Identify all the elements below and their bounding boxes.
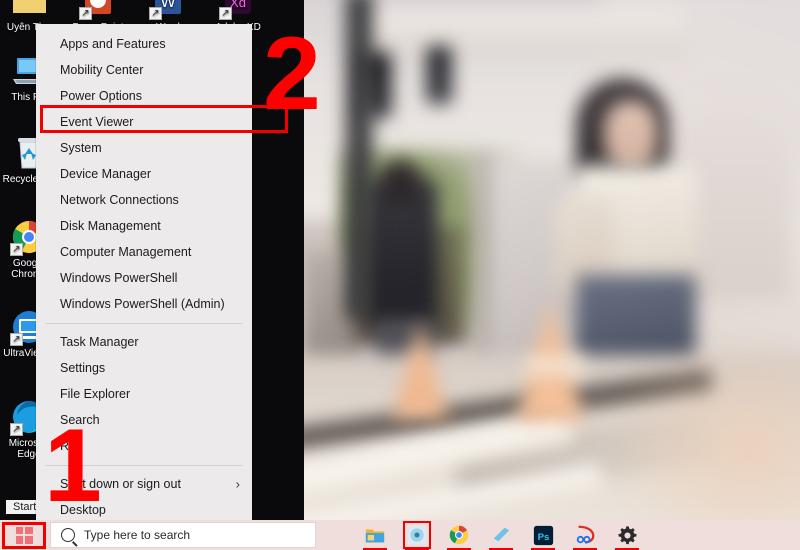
menu-item-label: Apps and Features <box>60 37 166 51</box>
svg-text:W: W <box>160 0 176 11</box>
powerpoint-icon: ↗ <box>79 0 117 20</box>
taskbar-media-player[interactable] <box>403 521 431 550</box>
search-icon <box>61 528 75 542</box>
desktop-wallpaper-photo <box>304 0 800 520</box>
shortcut-arrow-icon: ↗ <box>219 7 232 20</box>
menu-item-system[interactable]: System <box>36 135 252 161</box>
taskbar-sticky-notes[interactable] <box>488 522 514 550</box>
shortcut-arrow-icon: ↗ <box>79 7 92 20</box>
menu-item-power-options[interactable]: Power Options <box>36 83 252 109</box>
menu-item-label: Windows PowerShell <box>60 271 178 285</box>
chrome-icon <box>449 525 469 545</box>
menu-item-computer-management[interactable]: Computer Management <box>36 239 252 265</box>
menu-separator <box>46 323 242 324</box>
menu-item-label: Computer Management <box>60 245 192 259</box>
menu-item-windows-powershell[interactable]: Windows PowerShell <box>36 265 252 291</box>
menu-item-file-explorer[interactable]: File Explorer <box>36 381 252 407</box>
svg-text:Xd: Xd <box>230 0 246 10</box>
menu-item-label: Windows PowerShell (Admin) <box>60 297 225 311</box>
start-button[interactable] <box>0 520 48 550</box>
settings-gear-icon <box>618 525 636 544</box>
search-placeholder-text: Type here to search <box>84 528 191 542</box>
menu-item-label: File Explorer <box>60 387 131 401</box>
taskbar-snagit[interactable] <box>572 522 598 550</box>
taskbar-settings[interactable] <box>614 522 640 550</box>
file-explorer-icon <box>365 529 385 543</box>
menu-item-label: Mobility Center <box>60 63 144 77</box>
menu-item-label: Power Options <box>60 89 142 103</box>
taskbar-icon-group: Ps <box>362 521 640 550</box>
snagit-icon <box>576 525 595 544</box>
screen: Uyên Thư ↗ PowerPoint W ↗ Word <box>0 0 800 550</box>
shortcut-arrow-icon: ↗ <box>10 423 23 436</box>
menu-item-label: Settings <box>60 361 106 375</box>
sticky-notes-icon <box>493 527 510 545</box>
menu-item-mobility-center[interactable]: Mobility Center <box>36 57 252 83</box>
menu-item-label: Device Manager <box>60 167 152 181</box>
menu-item-apps-and-features[interactable]: Apps and Features <box>36 31 252 57</box>
taskbar[interactable]: Type here to search Ps <box>0 520 800 550</box>
step-1-marker: 1 <box>44 408 102 524</box>
menu-item-disk-management[interactable]: Disk Management <box>36 213 252 239</box>
chevron-right-icon: › <box>235 476 240 492</box>
search-input[interactable]: Type here to search <box>50 522 316 548</box>
menu-item-label: Event Viewer <box>60 115 134 129</box>
photoshop-icon: Ps <box>533 525 553 545</box>
menu-item-label: Task Manager <box>60 335 139 349</box>
adobe-xd-icon: Xd ↗ <box>219 0 257 20</box>
menu-item-device-manager[interactable]: Device Manager <box>36 161 252 187</box>
taskbar-google-chrome[interactable] <box>446 522 472 550</box>
menu-item-task-manager[interactable]: Task Manager <box>36 329 252 355</box>
shortcut-arrow-icon: ↗ <box>149 7 162 20</box>
folder-icon <box>10 0 48 20</box>
taskbar-photoshop[interactable]: Ps <box>530 522 556 550</box>
shortcut-arrow-icon: ↗ <box>10 243 23 256</box>
menu-item-label: System <box>60 141 102 155</box>
menu-item-label: Disk Management <box>60 219 161 233</box>
menu-item-network-connections[interactable]: Network Connections <box>36 187 252 213</box>
windows-logo-icon <box>15 526 33 544</box>
svg-text:Ps: Ps <box>537 531 549 542</box>
shortcut-arrow-icon: ↗ <box>10 333 23 346</box>
taskbar-file-explorer[interactable] <box>362 522 388 550</box>
active-app-highlight-box <box>403 521 431 549</box>
word-icon: W ↗ <box>149 0 187 20</box>
step-2-marker: 2 <box>263 16 321 132</box>
menu-item-settings[interactable]: Settings <box>36 355 252 381</box>
menu-item-label: Network Connections <box>60 193 179 207</box>
menu-item-windows-powershell-admin[interactable]: Windows PowerShell (Admin) <box>36 291 252 317</box>
menu-item-event-viewer[interactable]: Event Viewer <box>36 109 252 135</box>
